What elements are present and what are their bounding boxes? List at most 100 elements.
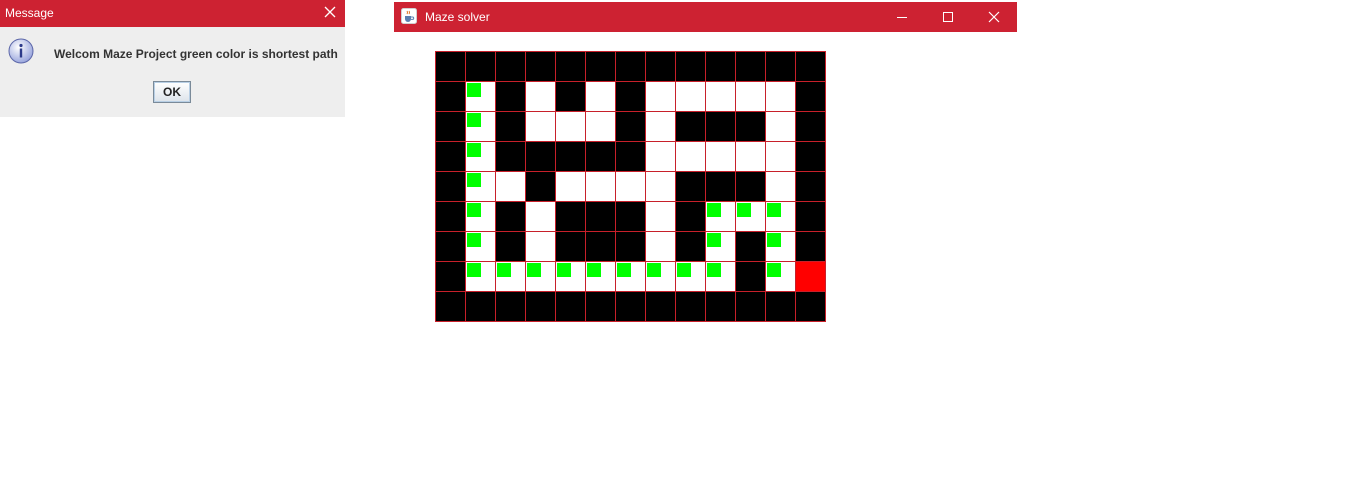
maze-open-cell xyxy=(645,141,675,171)
dialog-message: Welcom Maze Project green color is short… xyxy=(54,47,338,61)
maze-wall-cell xyxy=(585,141,615,171)
maze-wall-cell xyxy=(735,171,765,201)
maze-path-cell xyxy=(465,171,495,201)
maze-wall-cell xyxy=(675,111,705,141)
maze-path-cell xyxy=(525,261,555,291)
maze-wall-cell xyxy=(525,291,555,321)
maze-wall-cell xyxy=(675,291,705,321)
maze-wall-cell xyxy=(735,261,765,291)
minimize-icon[interactable] xyxy=(879,2,925,32)
maze-wall-cell xyxy=(495,51,525,81)
maze-wall-cell xyxy=(495,81,525,111)
maximize-icon[interactable] xyxy=(925,2,971,32)
maze-open-cell xyxy=(645,111,675,141)
maze-wall-cell xyxy=(435,261,465,291)
maze-open-cell xyxy=(645,201,675,231)
maze-wall-cell xyxy=(585,291,615,321)
maze-wall-cell xyxy=(555,81,585,111)
maze-wall-cell xyxy=(495,231,525,261)
maze-wall-cell xyxy=(765,291,795,321)
maze-wall-cell xyxy=(495,141,525,171)
maze-wall-cell xyxy=(495,201,525,231)
maze-open-cell xyxy=(765,81,795,111)
ok-button[interactable]: OK xyxy=(153,81,191,103)
maze-path-cell xyxy=(465,201,495,231)
maze-open-cell xyxy=(705,141,735,171)
maze-wall-cell xyxy=(465,51,495,81)
maze-wall-cell xyxy=(585,51,615,81)
maze-open-cell xyxy=(645,231,675,261)
maze-wall-cell xyxy=(615,201,645,231)
message-dialog: Message Welcom Maze Project green color … xyxy=(0,0,345,117)
maze-path-cell xyxy=(645,261,675,291)
dialog-titlebar[interactable]: Message xyxy=(0,0,345,27)
maze-path-cell xyxy=(705,201,735,231)
maze-wall-cell xyxy=(735,51,765,81)
maze-open-cell xyxy=(525,81,555,111)
maze-wall-cell xyxy=(795,81,825,111)
maze-path-cell xyxy=(555,261,585,291)
maze-wall-cell xyxy=(705,51,735,81)
maze-open-cell xyxy=(525,201,555,231)
maze-path-cell xyxy=(585,261,615,291)
maze-open-cell xyxy=(585,111,615,141)
maze-wall-cell xyxy=(645,291,675,321)
maze-wall-cell xyxy=(795,201,825,231)
maze-path-cell xyxy=(465,111,495,141)
maze-wall-cell xyxy=(435,171,465,201)
maze-wall-cell xyxy=(435,201,465,231)
window-titlebar[interactable]: Maze solver xyxy=(394,2,1017,32)
maze-wall-cell xyxy=(675,51,705,81)
maze-path-cell xyxy=(765,261,795,291)
maze-open-cell xyxy=(495,171,525,201)
maze-wall-cell xyxy=(495,111,525,141)
maze-wall-cell xyxy=(615,111,645,141)
maze-path-cell xyxy=(465,81,495,111)
maze-open-cell xyxy=(675,81,705,111)
maze-path-cell xyxy=(495,261,525,291)
maze-grid xyxy=(435,51,826,322)
maze-wall-cell xyxy=(735,231,765,261)
maze-open-cell xyxy=(585,81,615,111)
dialog-title: Message xyxy=(5,6,54,20)
maze-open-cell xyxy=(765,171,795,201)
maze-goal-cell xyxy=(795,261,825,291)
close-icon[interactable] xyxy=(971,2,1017,32)
info-icon xyxy=(8,38,34,64)
maze-wall-cell xyxy=(555,51,585,81)
close-icon[interactable] xyxy=(319,1,341,23)
maze-wall-cell xyxy=(795,231,825,261)
maze-wall-cell xyxy=(735,111,765,141)
maze-wall-cell xyxy=(555,231,585,261)
maze-open-cell xyxy=(765,141,795,171)
maze-wall-cell xyxy=(585,231,615,261)
maze-open-cell xyxy=(555,111,585,141)
maze-path-cell xyxy=(465,141,495,171)
maze-path-cell xyxy=(465,261,495,291)
maze-wall-cell xyxy=(555,201,585,231)
maze-wall-cell xyxy=(585,201,615,231)
maze-wall-cell xyxy=(645,51,675,81)
maze-path-cell xyxy=(675,261,705,291)
maze-open-cell xyxy=(645,81,675,111)
maze-wall-cell xyxy=(675,231,705,261)
maze-path-cell xyxy=(615,261,645,291)
maze-wall-cell xyxy=(735,291,765,321)
maze-wall-cell xyxy=(615,81,645,111)
maze-wall-cell xyxy=(705,111,735,141)
maze-path-cell xyxy=(705,261,735,291)
maze-wall-cell xyxy=(615,291,645,321)
maze-open-cell xyxy=(735,81,765,111)
maze-wall-cell xyxy=(435,141,465,171)
maze-open-cell xyxy=(645,171,675,201)
maze-open-cell xyxy=(585,171,615,201)
maze-wall-cell xyxy=(435,291,465,321)
maze-wall-cell xyxy=(615,51,645,81)
maze-wall-cell xyxy=(615,141,645,171)
maze-wall-cell xyxy=(705,171,735,201)
maze-wall-cell xyxy=(435,231,465,261)
maze-wall-cell xyxy=(525,141,555,171)
java-coffee-icon xyxy=(401,8,417,24)
maze-wall-cell xyxy=(765,51,795,81)
maze-wall-cell xyxy=(495,291,525,321)
